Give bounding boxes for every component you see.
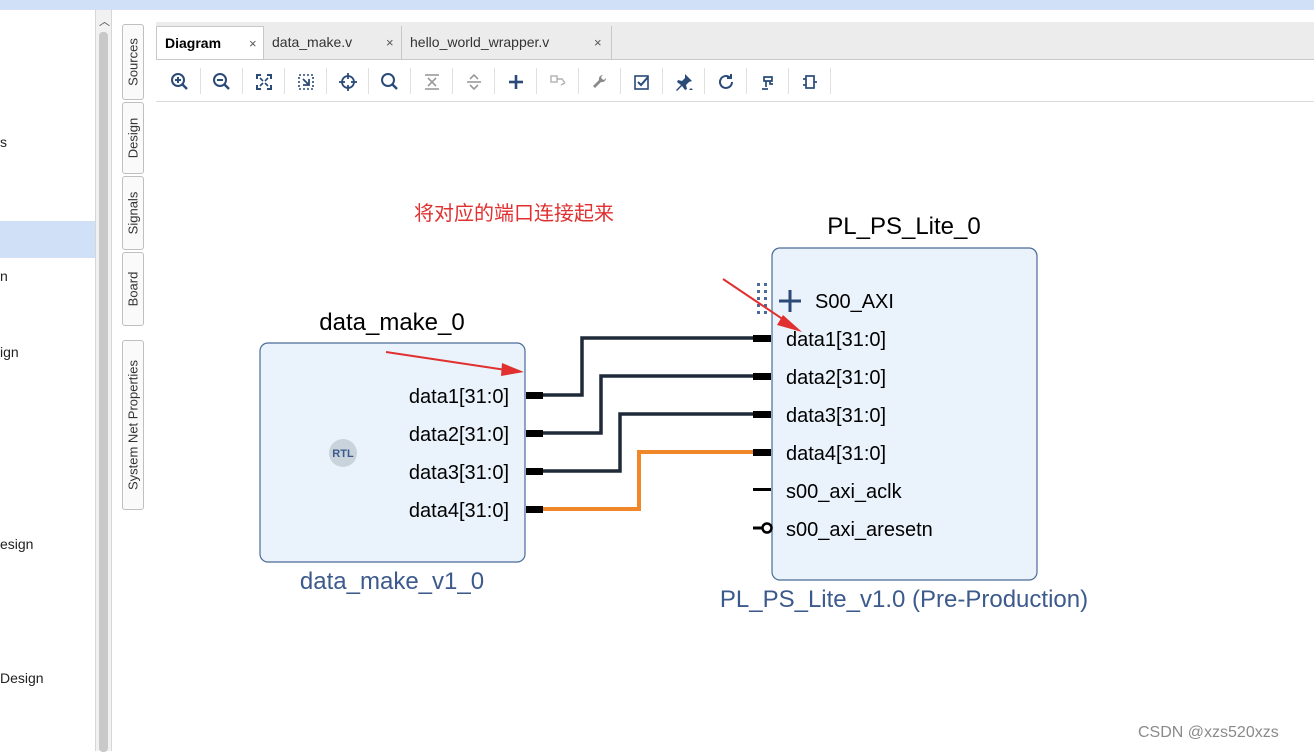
port-pin[interactable] bbox=[753, 411, 771, 418]
bus-interface-handle[interactable] bbox=[757, 283, 767, 314]
port-label: data4[31:0] bbox=[786, 443, 886, 465]
wire-data2[interactable] bbox=[542, 374, 754, 435]
toolbar-separator bbox=[746, 68, 747, 94]
ip-integrator-icon[interactable] bbox=[798, 70, 822, 94]
wrench-icon[interactable] bbox=[588, 70, 612, 94]
tab-hello-world-wrapper-v[interactable]: hello_world_wrapper.v × bbox=[402, 26, 612, 59]
port-label: data3[31:0] bbox=[786, 405, 886, 427]
data-make-block[interactable] bbox=[259, 342, 526, 563]
annotation-text: 将对应的端口连接起来 bbox=[414, 201, 614, 225]
toolbar-separator bbox=[410, 68, 411, 94]
toolbar-separator bbox=[368, 68, 369, 94]
toolbar-separator bbox=[536, 68, 537, 94]
pl-ps-instance-name: PL_PS_Lite_0 bbox=[827, 213, 980, 240]
pin-icon[interactable] bbox=[672, 70, 696, 94]
port-label: data1[31:0] bbox=[409, 386, 509, 408]
zoom-out-icon[interactable] bbox=[210, 70, 234, 94]
port-pin[interactable] bbox=[526, 430, 543, 437]
data-make-type-name: data_make_v1_0 bbox=[300, 568, 484, 595]
bus-interface-label: S00_AXI bbox=[815, 291, 894, 313]
left-panel-item[interactable]: ign bbox=[0, 344, 19, 360]
toolbar-separator bbox=[620, 68, 621, 94]
port-label: data2[31:0] bbox=[786, 367, 886, 389]
wire-data4-selected[interactable] bbox=[542, 450, 754, 511]
toolbar-separator bbox=[704, 68, 705, 94]
side-tab-signals[interactable]: Signals bbox=[122, 176, 144, 250]
validate-design-icon[interactable] bbox=[630, 70, 654, 94]
regenerate-layout-icon[interactable] bbox=[756, 70, 780, 94]
zoom-in-icon[interactable] bbox=[168, 70, 192, 94]
port-pin[interactable] bbox=[753, 335, 771, 342]
side-tab-design[interactable]: Design bbox=[122, 102, 144, 174]
toolbar-separator bbox=[242, 68, 243, 94]
port-label: s00_axi_aclk bbox=[786, 481, 903, 503]
add-ip-icon[interactable] bbox=[504, 70, 528, 94]
close-icon[interactable]: × bbox=[386, 35, 394, 50]
tab-diagram[interactable]: Diagram × bbox=[156, 26, 264, 59]
scrollbar-thumb[interactable] bbox=[99, 32, 108, 752]
svg-text:RTL: RTL bbox=[332, 448, 354, 460]
port-pin[interactable] bbox=[526, 468, 543, 475]
side-tab-board[interactable]: Board bbox=[122, 252, 144, 326]
left-panel-item[interactable]: esign bbox=[0, 536, 33, 552]
port-pin-reset[interactable] bbox=[753, 522, 773, 534]
port-pin[interactable] bbox=[753, 449, 771, 456]
port-pin-clock[interactable] bbox=[753, 488, 771, 491]
left-panel-item[interactable]: Design bbox=[0, 670, 44, 686]
port-label: data3[31:0] bbox=[409, 462, 509, 484]
diagram-canvas[interactable]: RTL data_make_0 data_make_v1_0 PL_PS_Lit… bbox=[156, 102, 1314, 751]
diagram-toolbar bbox=[156, 60, 1314, 102]
wire-data3[interactable] bbox=[542, 412, 754, 473]
toolbar-separator bbox=[578, 68, 579, 94]
zoom-fit-icon[interactable] bbox=[252, 70, 276, 94]
side-tab-system-net-properties[interactable]: System Net Properties bbox=[122, 340, 144, 510]
toolbar-separator bbox=[494, 68, 495, 94]
data-make-instance-name: data_make_0 bbox=[319, 309, 464, 336]
port-label: s00_axi_aresetn bbox=[786, 519, 933, 541]
scroll-up-icon[interactable]: ︿ bbox=[99, 13, 110, 29]
collapse-all-icon bbox=[420, 70, 444, 94]
left-panel-selected-row[interactable] bbox=[0, 221, 95, 258]
rtl-badge: RTL bbox=[329, 439, 357, 467]
diagram-svg: RTL data_make_0 data_make_v1_0 PL_PS_Lit… bbox=[259, 201, 1088, 613]
make-connection-icon bbox=[546, 70, 570, 94]
expand-all-icon bbox=[462, 70, 486, 94]
port-label: data4[31:0] bbox=[409, 500, 509, 522]
top-strip bbox=[0, 0, 1314, 10]
editor-tab-bar: Diagram × data_make.v × hello_world_wrap… bbox=[156, 22, 1314, 60]
toolbar-separator bbox=[200, 68, 201, 94]
wire-data1[interactable] bbox=[542, 336, 754, 397]
tab-data-make-v[interactable]: data_make.v × bbox=[264, 26, 402, 59]
watermark: CSDN @xzs520xzs bbox=[1138, 724, 1279, 741]
toolbar-separator bbox=[788, 68, 789, 94]
left-panel-item[interactable]: n bbox=[0, 268, 8, 284]
left-panel-item[interactable]: s bbox=[0, 134, 7, 150]
port-pin[interactable] bbox=[526, 506, 543, 513]
pl-ps-type-name: PL_PS_Lite_v1.0 (Pre-Production) bbox=[720, 586, 1088, 613]
left-panel-scrollbar[interactable]: ︿ bbox=[95, 10, 112, 752]
close-icon[interactable]: × bbox=[594, 35, 602, 50]
toolbar-separator bbox=[662, 68, 663, 94]
port-label: data2[31:0] bbox=[409, 424, 509, 446]
left-panel: s n ign esign Design bbox=[0, 10, 95, 751]
side-tab-strip: Sources Design Signals Board System Net … bbox=[112, 10, 156, 751]
port-label: data1[31:0] bbox=[786, 329, 886, 351]
side-tab-sources[interactable]: Sources bbox=[122, 24, 144, 100]
toolbar-separator bbox=[284, 68, 285, 94]
port-pin[interactable] bbox=[753, 373, 771, 380]
zoom-area-icon[interactable] bbox=[294, 70, 318, 94]
close-icon[interactable]: × bbox=[249, 36, 257, 51]
toolbar-separator bbox=[830, 68, 831, 94]
port-pin[interactable] bbox=[526, 392, 543, 399]
toolbar-separator bbox=[452, 68, 453, 94]
target-icon[interactable] bbox=[336, 70, 360, 94]
toolbar-separator bbox=[326, 68, 327, 94]
refresh-icon[interactable] bbox=[714, 70, 738, 94]
search-icon[interactable] bbox=[378, 70, 402, 94]
